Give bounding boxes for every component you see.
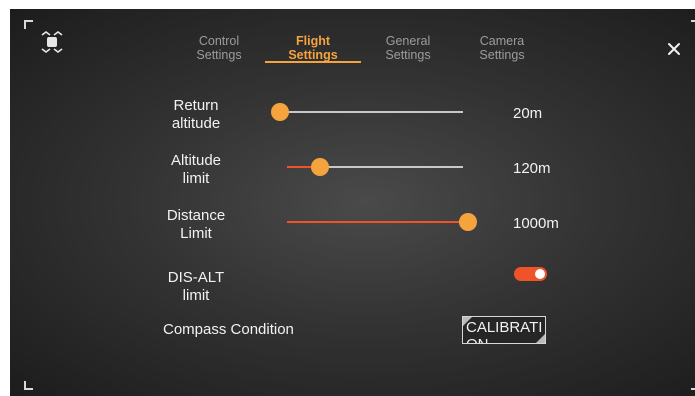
tab-camera-settings[interactable]: Camera Settings <box>471 34 533 62</box>
distance-limit-label: Distance Limit <box>166 207 226 242</box>
slider-knob[interactable] <box>459 213 477 231</box>
slider-knob[interactable] <box>311 158 330 176</box>
tab-control-settings[interactable]: Control Settings <box>188 34 250 62</box>
compass-condition-label: Compass Condition <box>163 321 294 338</box>
slider-track-filled <box>287 221 468 223</box>
distance-limit-value: 1000m <box>513 215 559 232</box>
altitude-limit-value: 120m <box>513 160 551 177</box>
return-altitude-label: Return altitude <box>171 97 221 132</box>
close-icon[interactable] <box>667 42 681 56</box>
frame-corner <box>691 381 695 390</box>
frame-corner <box>24 381 33 390</box>
slider-track-remaining <box>280 111 463 113</box>
return-altitude-value: 20m <box>513 105 543 122</box>
tab-label: Settings <box>196 48 242 62</box>
tab-label: Settings <box>385 48 431 62</box>
frame-corner <box>691 20 695 29</box>
dis-alt-limit-toggle[interactable] <box>514 267 547 281</box>
tab-label: General <box>385 34 431 48</box>
slider-track-remaining <box>320 166 463 168</box>
frame-corner <box>24 20 33 29</box>
toggle-knob <box>535 269 545 279</box>
tab-general-settings[interactable]: General Settings <box>377 34 439 62</box>
tab-label: Settings <box>479 48 525 62</box>
slider-knob[interactable] <box>271 103 289 121</box>
calibration-button-label: CALIBRATION <box>466 319 543 343</box>
drone-icon[interactable] <box>37 28 67 56</box>
tab-flight-settings[interactable]: Flight Settings <box>282 34 344 62</box>
flight-settings-panel: Control Settings Flight Settings General… <box>10 9 695 396</box>
dis-alt-limit-label: DIS-ALT limit <box>167 269 225 304</box>
altitude-limit-label: Altitude limit <box>170 152 222 187</box>
tab-label: Control <box>198 34 240 48</box>
tab-label: Camera <box>479 34 525 48</box>
calibration-button[interactable]: CALIBRATION <box>462 316 546 344</box>
tab-label: Flight <box>295 34 330 48</box>
tab-label: Settings <box>288 48 338 62</box>
active-tab-indicator <box>265 61 361 63</box>
